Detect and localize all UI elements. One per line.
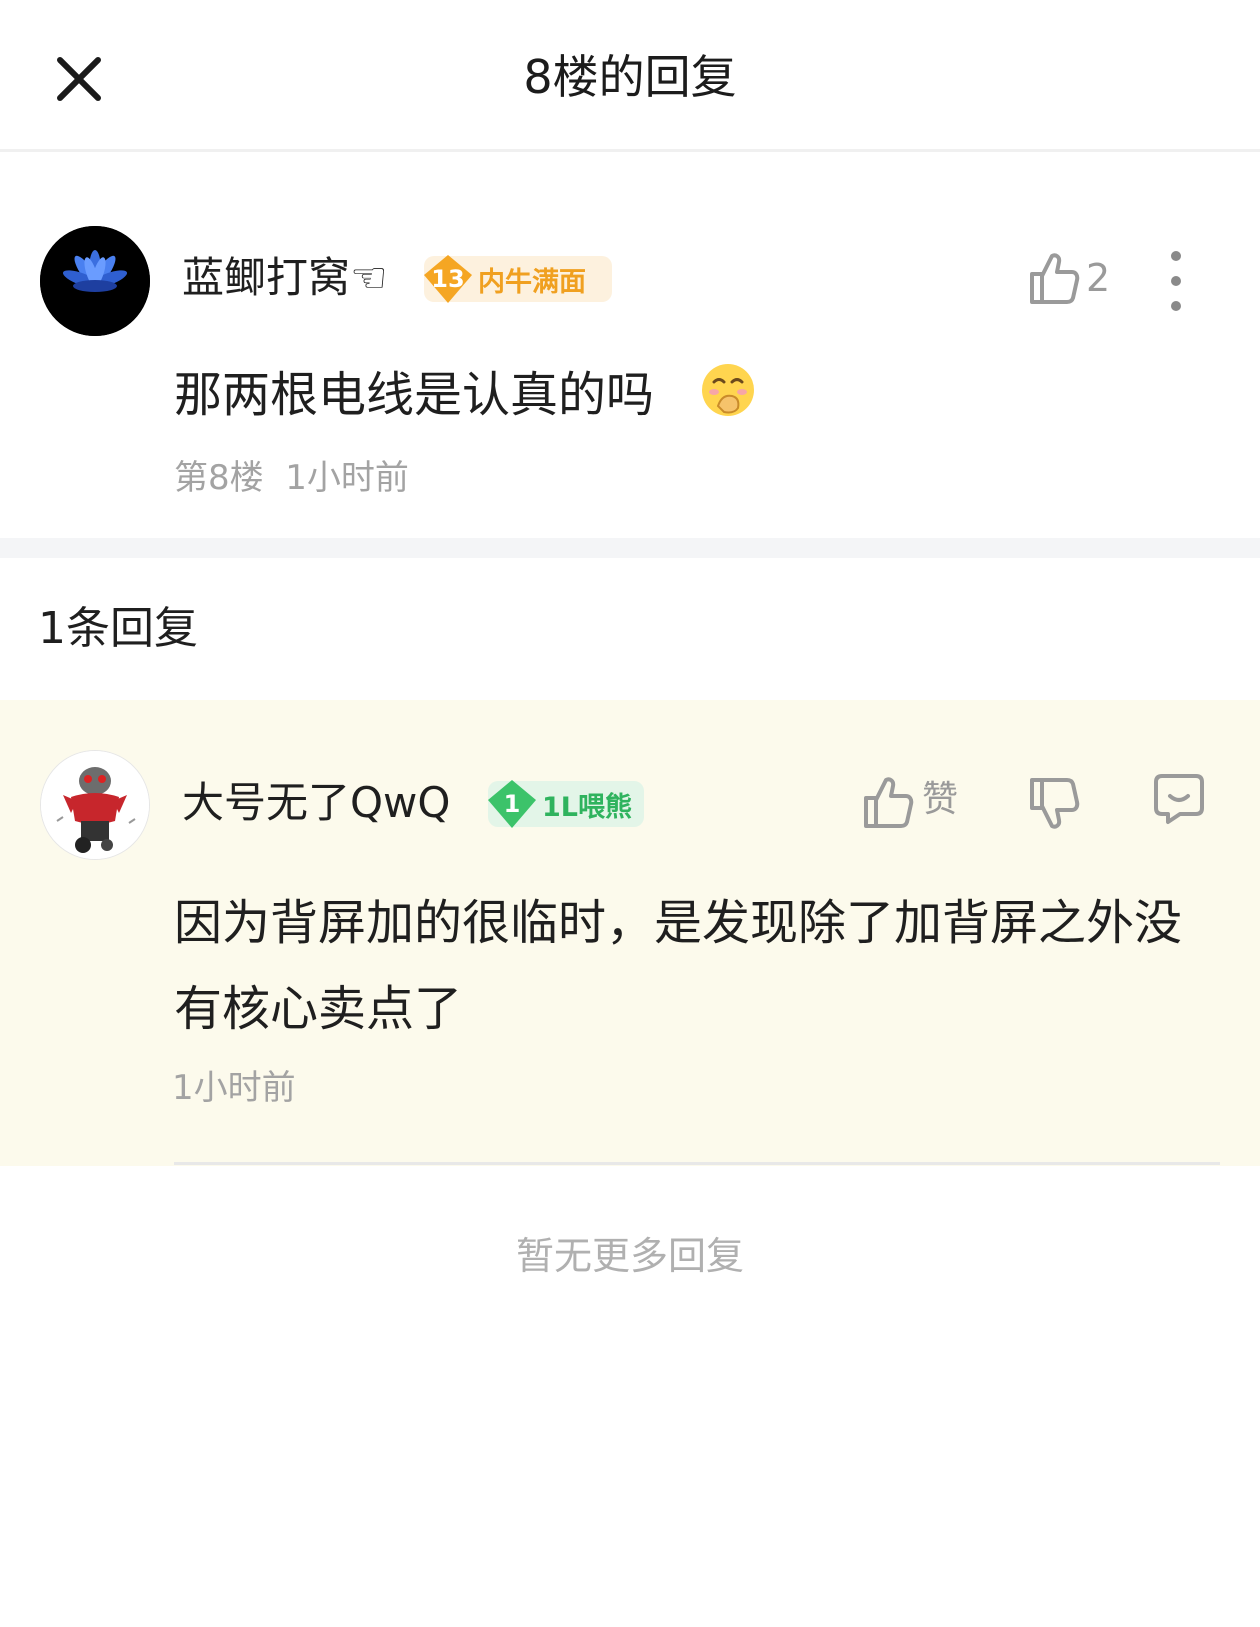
badge-title: 1L喂熊	[542, 791, 632, 823]
no-more-replies-label: 暂无更多回复	[515, 1234, 744, 1278]
reply-count-label: 1条回复	[38, 603, 198, 654]
reply-text: 因为背屏加的很临时，是发现除了加背屏之外没有核心卖点了	[174, 895, 1183, 1037]
gem-icon: 1	[486, 778, 538, 830]
comment-text: 那两根电线是认真的吗	[174, 367, 655, 423]
thumbs-down-icon[interactable]	[1028, 776, 1080, 832]
username[interactable]: 蓝鲫打窝☜	[182, 248, 388, 308]
timestamp: 1小时前	[285, 458, 409, 498]
more-vertical-icon[interactable]	[1168, 248, 1184, 314]
like-label[interactable]: 赞	[922, 772, 958, 828]
gem-icon: 13	[422, 253, 474, 305]
comment-meta: 第8楼 1小时前	[174, 450, 409, 506]
section-divider	[0, 538, 1260, 558]
avatar[interactable]	[40, 226, 150, 336]
reply-icon[interactable]	[1152, 772, 1206, 826]
badge-title: 内牛满面	[478, 266, 586, 298]
username[interactable]: 大号无了QwQ	[182, 773, 450, 833]
floor-label: 第8楼	[174, 458, 264, 498]
avatar[interactable]	[40, 750, 150, 860]
hand-over-mouth-emoji	[700, 362, 756, 418]
level-badge: 1 1L喂熊	[486, 778, 644, 830]
thumbs-up-icon[interactable]	[1028, 250, 1080, 306]
level-badge: 13 内牛满面	[422, 253, 612, 305]
timestamp: 1小时前	[172, 1068, 296, 1108]
page-title: 8楼的回复	[523, 50, 737, 104]
like-count: 2	[1086, 256, 1111, 300]
thumbs-up-icon[interactable]	[862, 774, 914, 830]
divider	[174, 1162, 1220, 1165]
